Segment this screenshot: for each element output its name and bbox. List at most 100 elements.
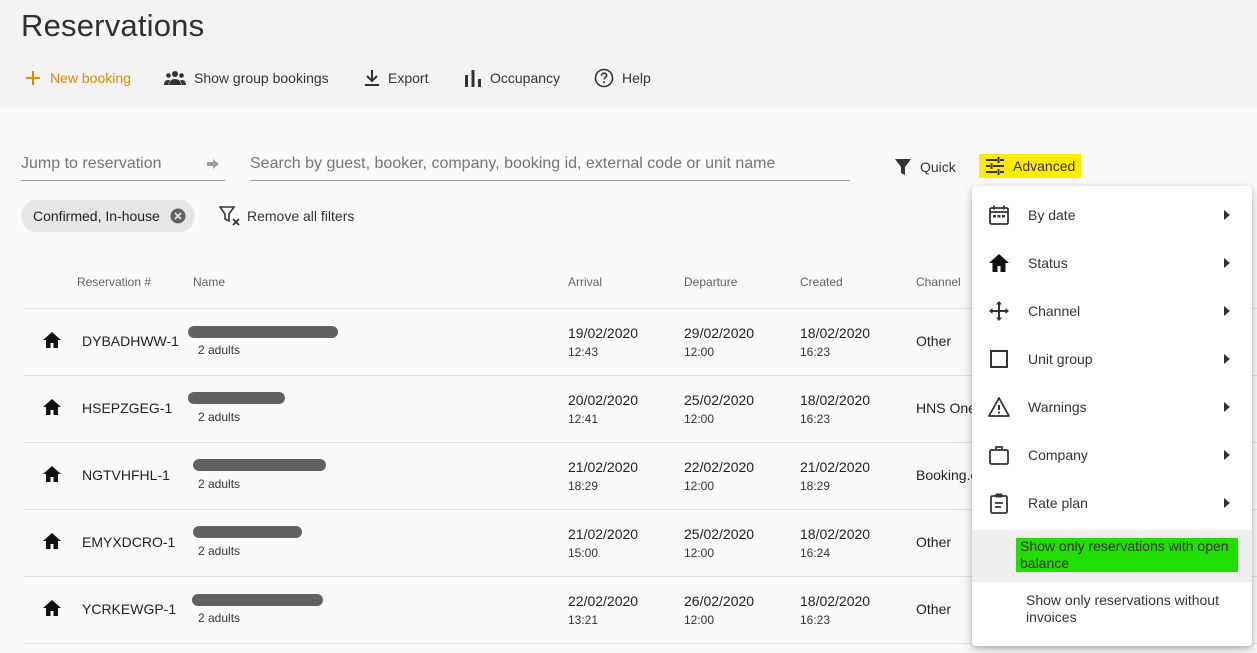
menu-item-label: Rate plan <box>1028 495 1088 511</box>
group-icon <box>164 71 186 85</box>
show-group-bookings-button[interactable]: Show group bookings <box>164 66 329 90</box>
advanced-filter-button[interactable]: Advanced <box>979 154 1082 178</box>
page-title: Reservations <box>21 8 205 43</box>
departure-time: 12:00 <box>684 479 715 493</box>
column-header-arrival[interactable]: Arrival <box>568 275 602 289</box>
menu-item-label: Company <box>1028 447 1088 463</box>
menu-item-company[interactable]: Company <box>972 432 1252 480</box>
menu-item-label: Channel <box>1028 303 1081 319</box>
open-balance-option[interactable]: Show only reservations with open balance <box>972 530 1252 582</box>
channel-cell: Booking.c <box>916 467 978 483</box>
arrival-cell: 21/02/2020 18:29 <box>568 458 638 496</box>
menu-item-label: By date <box>1028 207 1076 223</box>
created-cell: 18/02/2020 16:23 <box>800 391 870 429</box>
redacted-guest-name <box>192 594 323 606</box>
departure-time: 12:00 <box>684 412 715 426</box>
chevron-right-icon <box>1224 306 1230 316</box>
created-cell: 18/02/2020 16:24 <box>800 525 870 563</box>
occupancy-button[interactable]: Occupancy <box>464 66 560 90</box>
bar-chart-icon <box>465 70 481 87</box>
departure-date: 29/02/2020 <box>684 325 755 341</box>
arrival-time: 13:21 <box>568 613 599 627</box>
column-header-channel[interactable]: Channel <box>916 275 961 289</box>
chevron-right-icon <box>1224 258 1230 268</box>
column-header-reservation[interactable]: Reservation # <box>77 275 151 289</box>
channel-cell: Other <box>916 601 952 617</box>
reservation-number[interactable]: HSEPZGEG-1 <box>82 400 172 416</box>
menu-item-status[interactable]: Status <box>972 240 1252 288</box>
without-invoices-label: Show only reservations without invoices <box>1026 592 1219 625</box>
arrival-cell: 22/02/2020 13:21 <box>568 592 638 630</box>
menu-item-channel[interactable]: Channel <box>972 288 1252 336</box>
occupancy-label: Occupancy <box>490 70 561 86</box>
menu-item-warnings[interactable]: Warnings <box>972 384 1252 432</box>
plus-icon <box>26 71 40 85</box>
channel-cell: HNS One <box>916 400 976 416</box>
clipboard-icon <box>990 493 1008 514</box>
arrival-date: 21/02/2020 <box>568 526 639 542</box>
status-filter-chip[interactable]: Confirmed, In-house <box>21 200 195 232</box>
export-label: Export <box>388 70 429 86</box>
tune-sliders-icon <box>986 157 1004 175</box>
departure-time: 12:00 <box>684 613 715 627</box>
chevron-right-icon <box>1224 498 1230 508</box>
help-circle-icon <box>594 68 614 88</box>
remove-all-filters-button[interactable]: Remove all filters <box>219 204 354 228</box>
created-cell: 18/02/2020 16:23 <box>800 324 870 362</box>
arrival-time: 12:41 <box>568 412 599 426</box>
arrival-date: 22/02/2020 <box>568 593 639 609</box>
created-date: 18/02/2020 <box>800 325 871 341</box>
new-booking-label: New booking <box>50 70 131 86</box>
arrival-cell: 21/02/2020 15:00 <box>568 525 638 563</box>
menu-item-label: Unit group <box>1028 351 1093 367</box>
column-header-name[interactable]: Name <box>193 275 225 289</box>
redacted-guest-name <box>188 392 285 404</box>
quick-filter-button[interactable]: Quick <box>894 155 956 179</box>
chip-remove-icon[interactable] <box>170 208 186 224</box>
reservation-number[interactable]: NGTVHFHL-1 <box>82 467 170 483</box>
group-bookings-label: Show group bookings <box>194 70 329 86</box>
arrival-cell: 20/02/2020 12:41 <box>568 391 638 429</box>
menu-item-by-date[interactable]: By date <box>972 192 1252 240</box>
menu-item-rate-plan[interactable]: Rate plan <box>972 480 1252 528</box>
search-placeholder: Search by guest, booker, company, bookin… <box>250 155 776 172</box>
redacted-guest-name <box>193 526 302 538</box>
house-icon <box>43 466 61 482</box>
redacted-guest-name <box>193 459 326 471</box>
chevron-right-icon <box>1224 402 1230 412</box>
move-arrows-icon <box>989 301 1009 321</box>
reservation-number[interactable]: DYBADHWW-1 <box>82 333 179 349</box>
arrow-right-icon[interactable] <box>207 159 219 169</box>
advanced-filter-label: Advanced <box>1013 158 1076 174</box>
departure-cell: 25/02/2020 12:00 <box>684 391 754 429</box>
without-invoices-option[interactable]: Show only reservations without invoices <box>972 584 1252 636</box>
departure-cell: 26/02/2020 12:00 <box>684 592 754 630</box>
arrival-time: 12:43 <box>568 345 599 359</box>
departure-date: 22/02/2020 <box>684 459 755 475</box>
created-date: 18/02/2020 <box>800 526 871 542</box>
guest-count: 2 adults <box>198 343 241 357</box>
departure-date: 25/02/2020 <box>684 526 755 542</box>
search-input[interactable]: Search by guest, booker, company, bookin… <box>250 148 850 181</box>
arrival-date: 19/02/2020 <box>568 325 639 341</box>
column-header-departure[interactable]: Departure <box>684 275 737 289</box>
jump-to-reservation-input[interactable]: Jump to reservation <box>21 148 225 181</box>
guest-count: 2 adults <box>198 544 241 558</box>
new-booking-button[interactable]: New booking <box>24 66 131 90</box>
export-button[interactable]: Export <box>364 66 428 90</box>
reservation-number[interactable]: YCRKEWGP-1 <box>82 601 176 617</box>
chevron-right-icon <box>1224 354 1230 364</box>
created-date: 18/02/2020 <box>800 593 871 609</box>
arrival-date: 20/02/2020 <box>568 392 639 408</box>
created-cell: 18/02/2020 16:23 <box>800 592 870 630</box>
created-date: 21/02/2020 <box>800 459 871 475</box>
created-date: 18/02/2020 <box>800 392 871 408</box>
help-button[interactable]: Help <box>594 66 651 90</box>
created-time: 16:23 <box>800 345 831 359</box>
reservation-number[interactable]: EMYXDCRO-1 <box>82 534 175 550</box>
jump-placeholder: Jump to reservation <box>21 155 162 172</box>
column-header-created[interactable]: Created <box>800 275 843 289</box>
created-time: 18:29 <box>800 479 831 493</box>
menu-item-unit-group[interactable]: Unit group <box>972 336 1252 384</box>
chevron-right-icon <box>1224 210 1230 220</box>
